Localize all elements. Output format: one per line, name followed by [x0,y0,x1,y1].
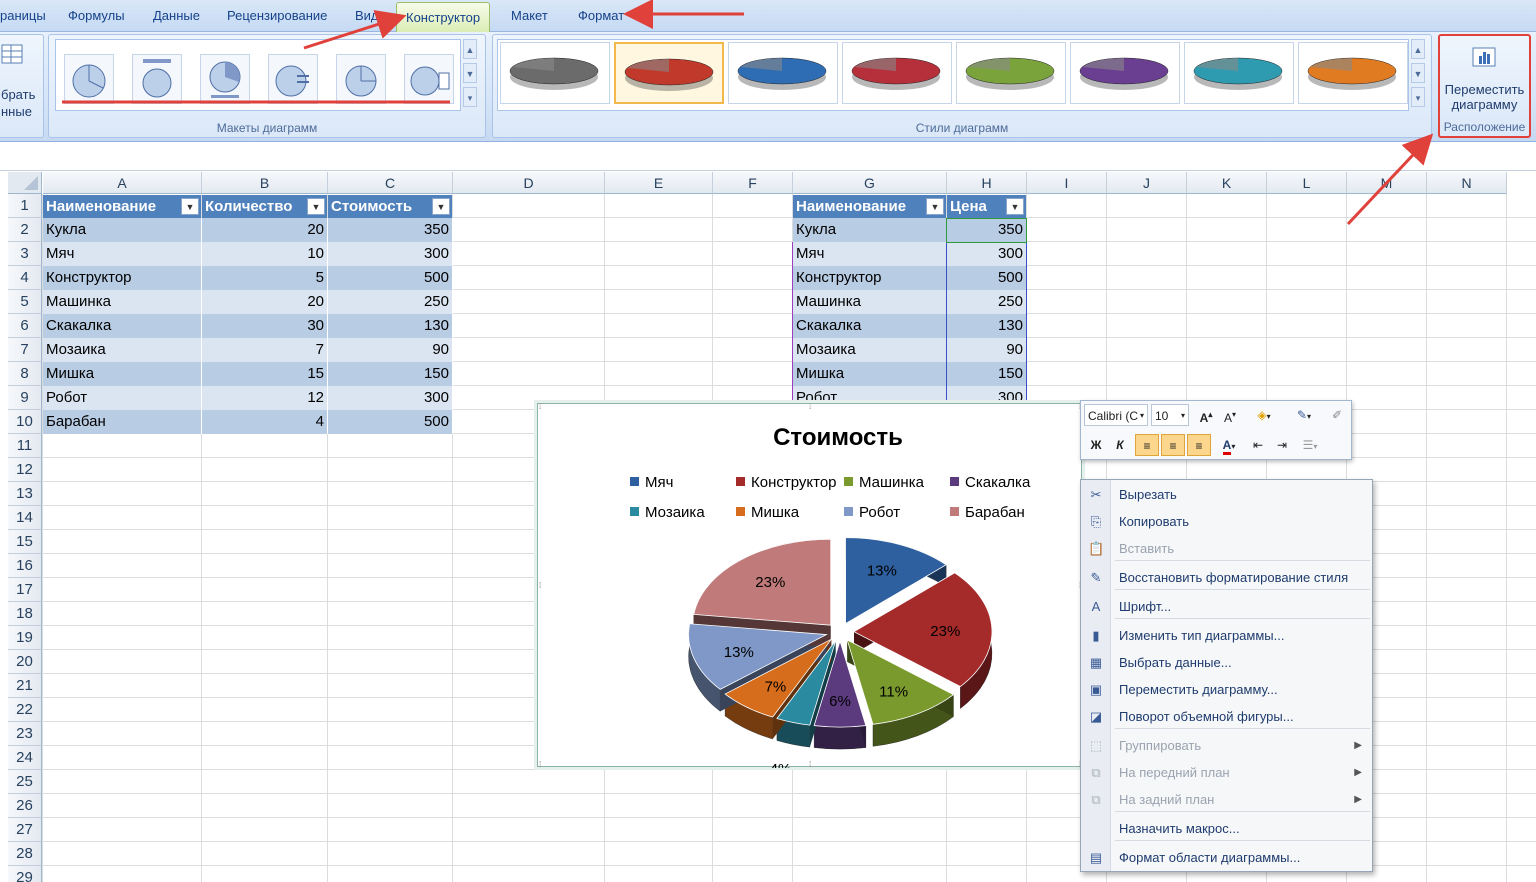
annotation-overlay [62,0,1434,226]
annotation-arrow-design [303,10,407,50]
annotation-arrow-move-chart [1346,133,1434,226]
excel-window: раницы Формулы Данные Рецензирование Вид… [0,0,1536,882]
